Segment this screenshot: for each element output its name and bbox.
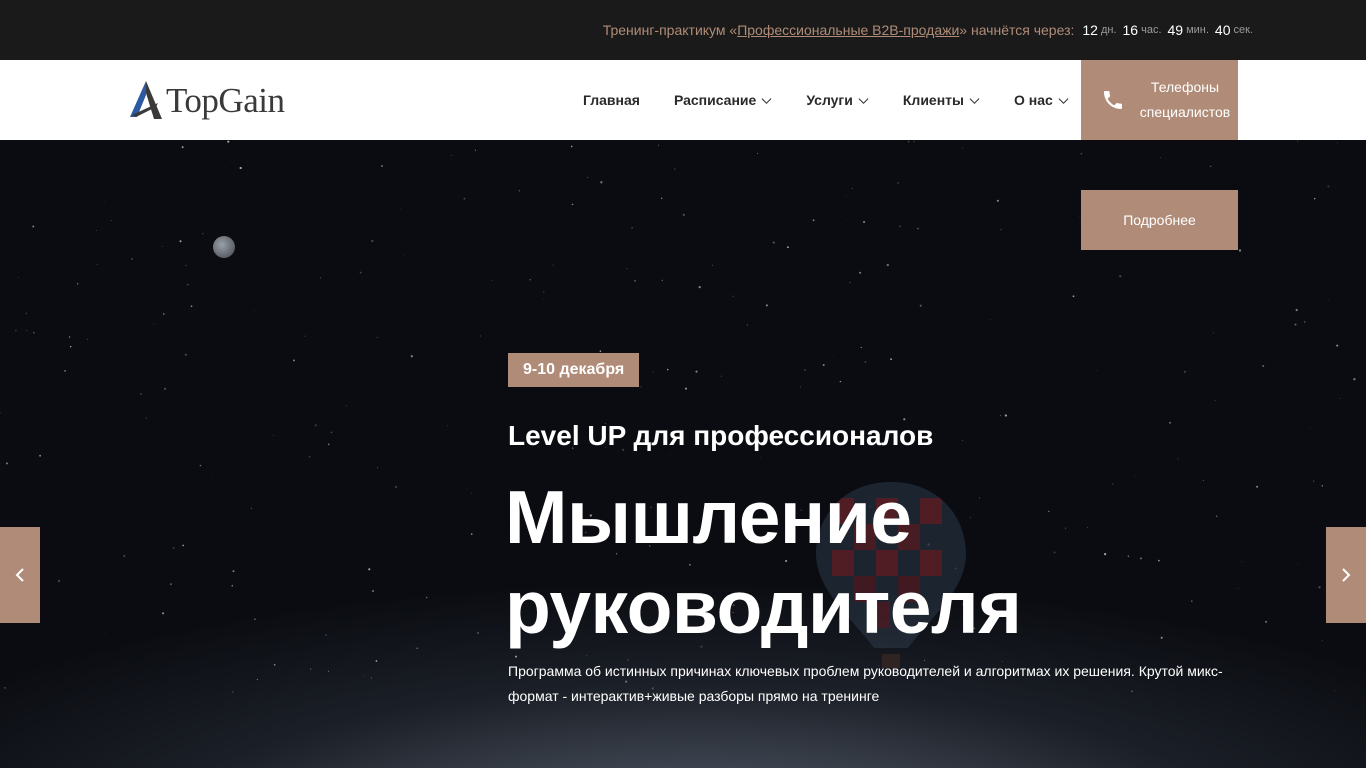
logo-text: TopGain (166, 81, 285, 120)
announcement-bar: Тренинг-практикум « Профессиональные В2В… (0, 0, 1366, 60)
chevron-down-icon (1058, 97, 1069, 104)
announcement-prefix: Тренинг-практикум « (602, 22, 738, 38)
countdown-seconds-unit: сек. (1233, 24, 1254, 36)
slider-next-button[interactable] (1326, 527, 1366, 623)
hero-title-line1: Мышление (505, 475, 912, 559)
countdown-hours: 16 (1122, 22, 1139, 38)
nav-item-home[interactable]: Главная (566, 60, 657, 140)
countdown-days: 12 (1082, 22, 1098, 38)
nav-item-label: О нас (1013, 92, 1053, 108)
phone-button-line1: Телефоны (1150, 79, 1220, 95)
site-logo[interactable]: TopGain (128, 78, 303, 124)
announcement-suffix: » начнётся через: (959, 22, 1075, 38)
moon-image (213, 236, 235, 258)
event-date-badge: 9-10 декабря (508, 353, 640, 387)
nav-item-clients[interactable]: Клиенты (886, 60, 997, 140)
chevron-down-icon (858, 97, 869, 104)
hero-title: Мышление руководителя (505, 472, 1205, 652)
phone-button-line2: специалистов (1139, 104, 1231, 120)
nav-item-about[interactable]: О нас (997, 60, 1086, 140)
chevron-down-icon (761, 97, 772, 104)
countdown-hours-unit: час. (1141, 24, 1162, 36)
training-link[interactable]: Профессиональные В2В-продажи (737, 22, 959, 38)
chevron-down-icon (969, 97, 980, 104)
hero-description: Программа об истинных причинах ключевых … (508, 663, 1223, 704)
countdown-seconds: 40 (1214, 22, 1231, 38)
countdown-minutes-unit: мин. (1186, 24, 1209, 36)
countdown-minutes: 49 (1167, 22, 1184, 38)
chevron-right-icon (1342, 568, 1351, 582)
countdown-days-unit: дн. (1100, 24, 1117, 36)
logo-mark-icon (130, 81, 162, 119)
slider-prev-button[interactable] (0, 527, 40, 623)
nav-item-label: Главная (583, 92, 640, 108)
chevron-left-icon (15, 568, 24, 582)
hero-subtitle: Level UP для профессионалов (508, 420, 934, 451)
main-nav: Главная Расписание Услуги Клиенты О нас (566, 60, 1086, 140)
nav-item-schedule[interactable]: Расписание (657, 60, 789, 140)
nav-item-label: Услуги (806, 92, 853, 108)
phone-icon (1104, 91, 1122, 109)
countdown-announcement: Тренинг-практикум « Профессиональные В2В… (603, 0, 1253, 60)
nav-item-services[interactable]: Услуги (789, 60, 886, 140)
specialist-phones-button[interactable]: Телефоны специалистов (1081, 60, 1238, 140)
phone-button-label: Телефоны специалистов (1137, 75, 1233, 125)
hero-title-line2: руководителя (505, 565, 1022, 649)
nav-item-label: Расписание (673, 92, 757, 108)
more-details-button[interactable]: Подробнее (1081, 190, 1238, 250)
nav-item-label: Клиенты (902, 92, 964, 108)
